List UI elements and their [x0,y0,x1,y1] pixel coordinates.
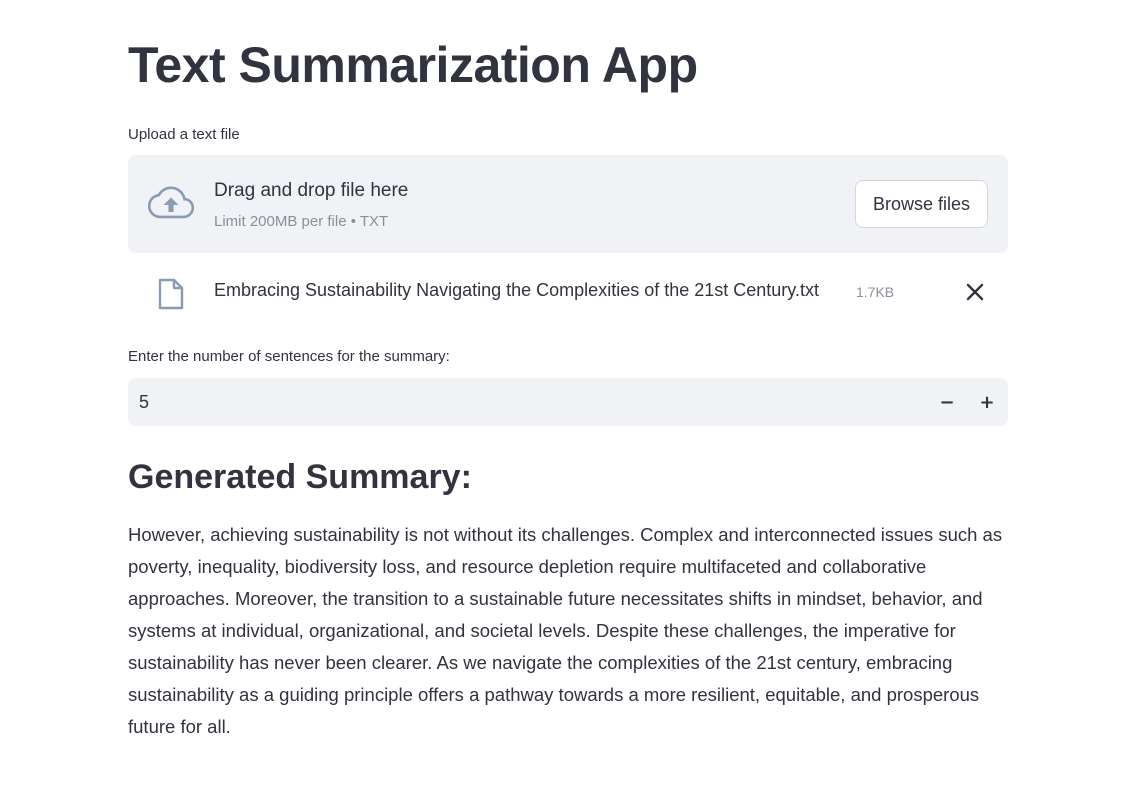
close-icon[interactable] [963,280,987,304]
cloud-upload-icon [148,186,194,219]
summary-heading: Generated Summary: [128,458,472,496]
uploaded-file-size: 1.7KB [856,284,895,300]
dropzone-title: Drag and drop file here [214,180,409,201]
page-title: Text Summarization App [128,37,698,93]
uploaded-file-name: Embracing Sustainability Navigating the … [214,280,819,300]
file-dropzone[interactable]: Drag and drop file here Limit 200MB per … [128,155,1008,253]
summary-text: However, achieving sustainability is not… [128,524,1003,737]
browse-files-button[interactable]: Browse files [855,180,988,228]
decrement-button[interactable]: − [928,382,966,422]
dropzone-limit: Limit 200MB per file • TXT [214,213,389,230]
upload-label: Upload a text file [128,126,240,143]
sentence-count-input[interactable] [128,378,918,426]
uploaded-file-row: Embracing Sustainability Navigating the … [128,268,1008,316]
sentence-count-label: Enter the number of sentences for the su… [128,348,450,365]
sentence-count-stepper: − + [128,378,1008,426]
increment-button[interactable]: + [968,382,1006,422]
file-icon [158,278,184,310]
